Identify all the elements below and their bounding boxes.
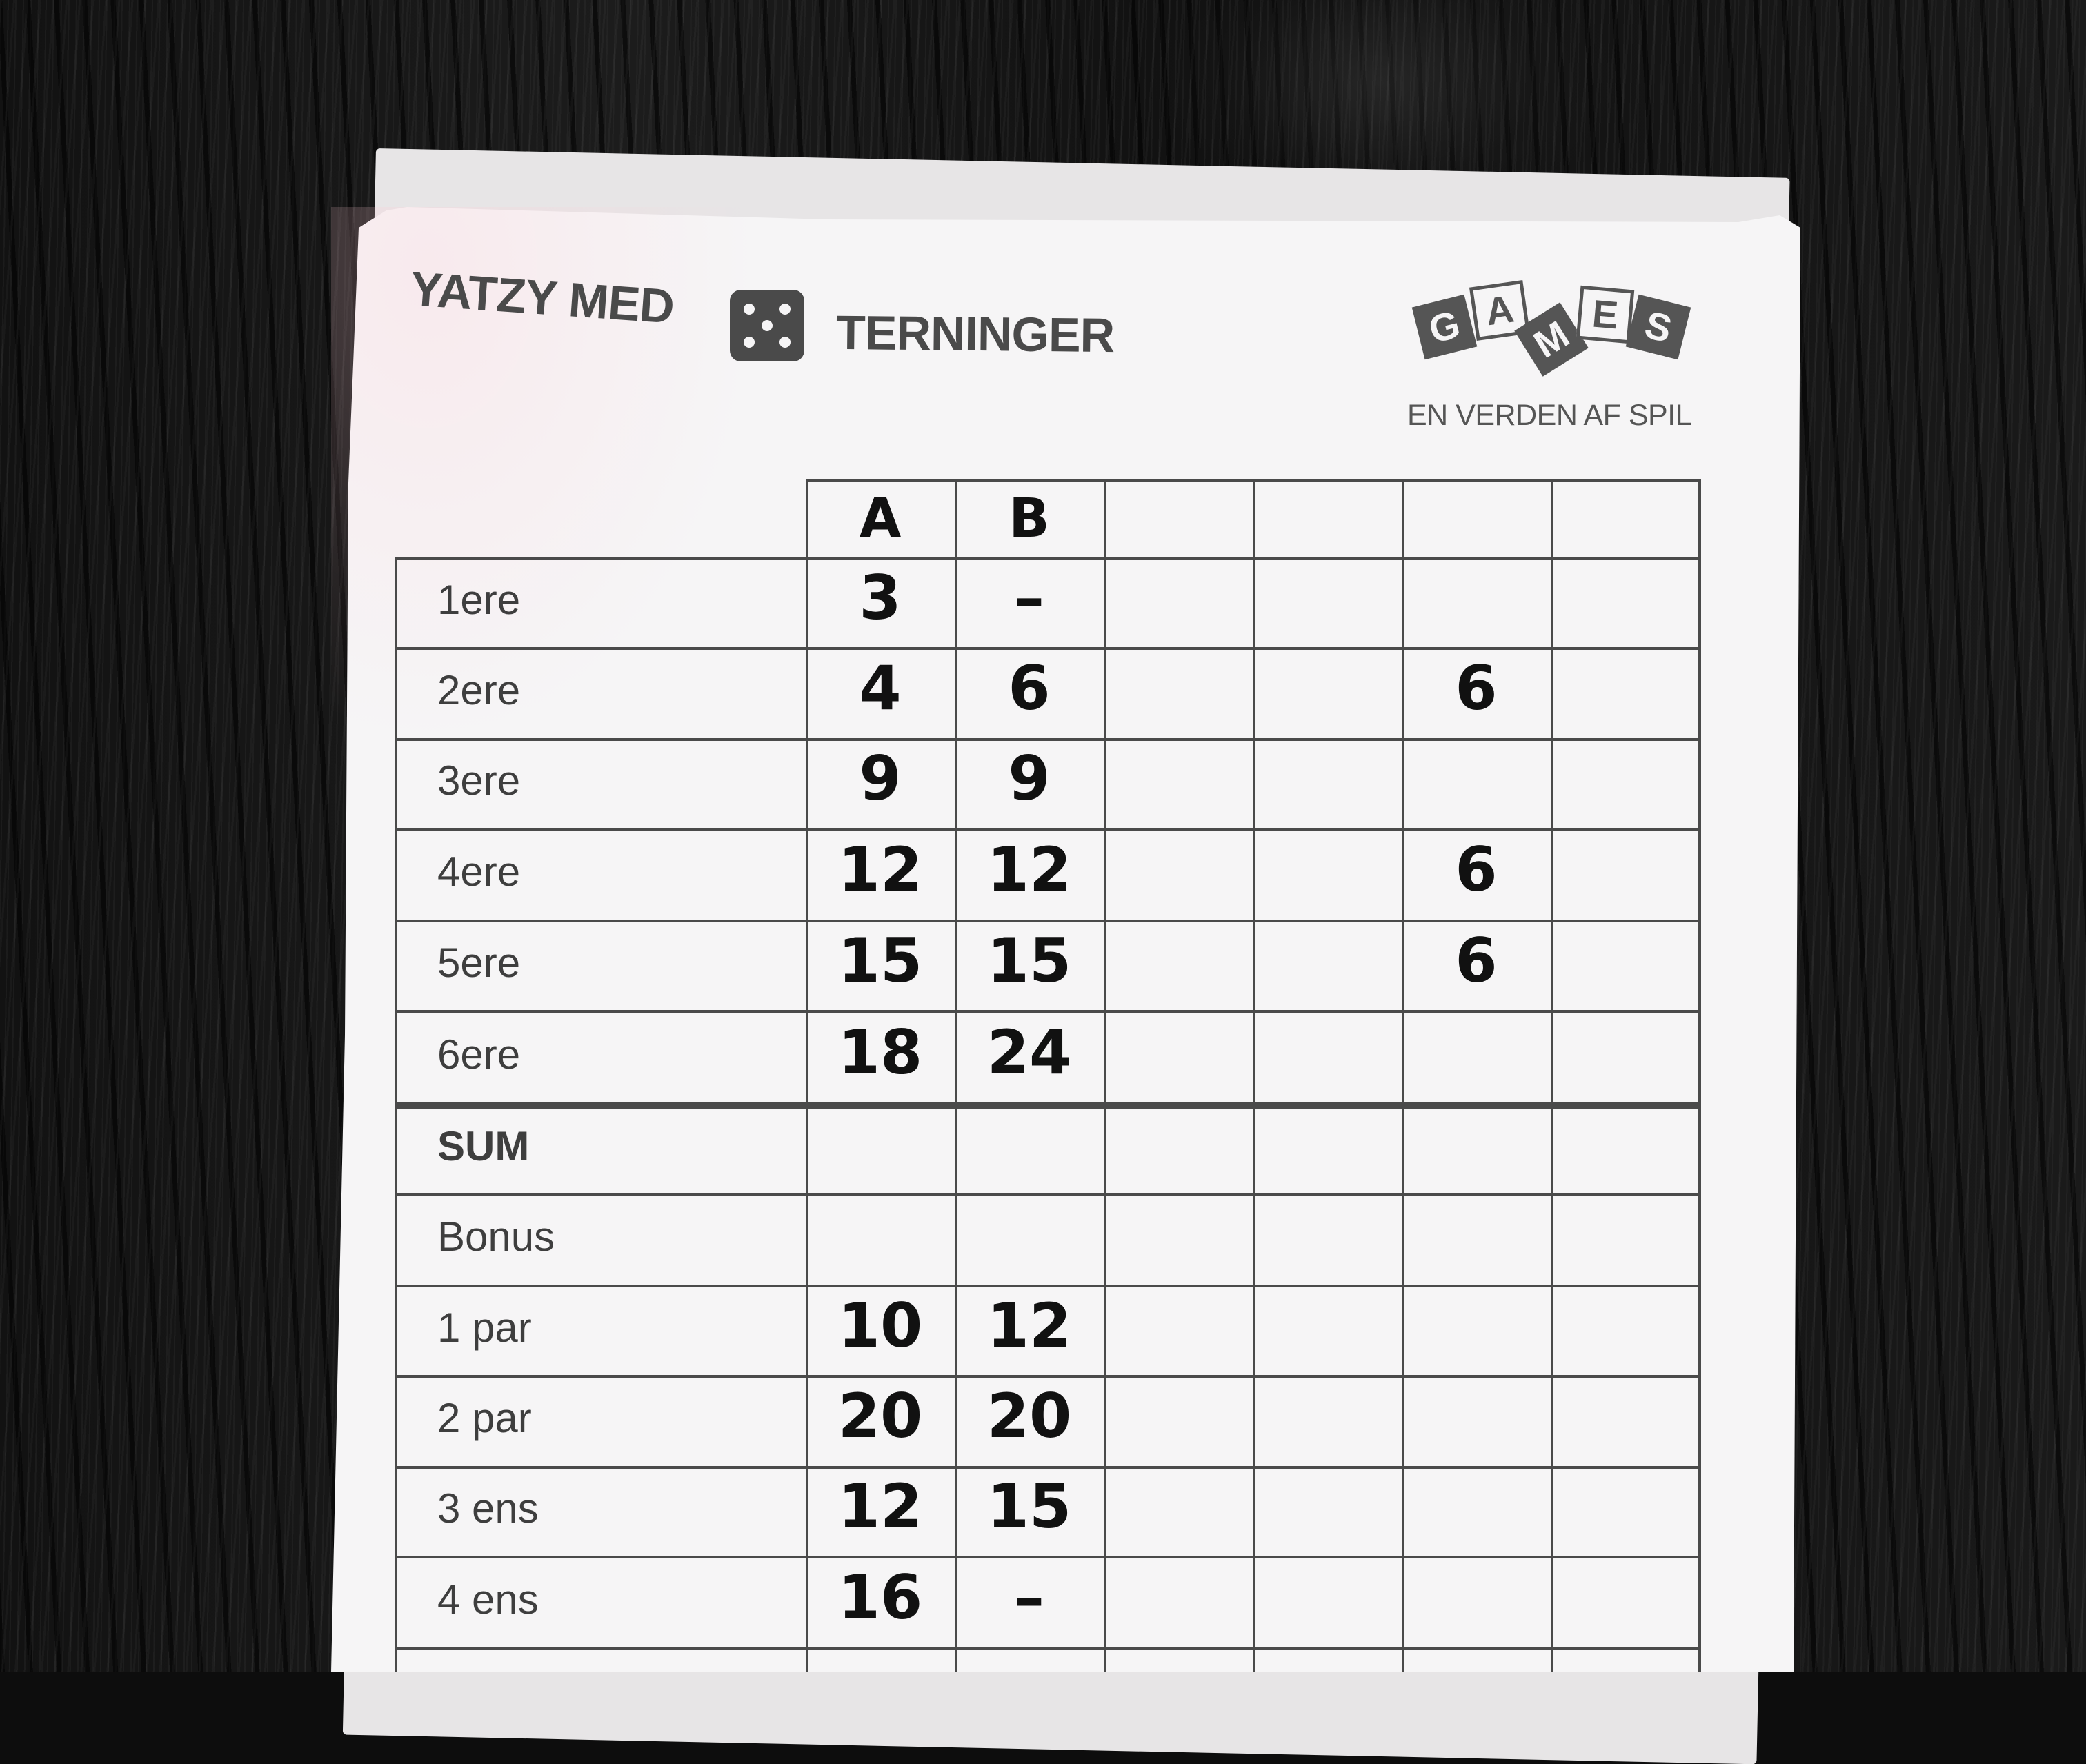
score-cell: – [1014,1561,1044,1633]
row-label-3-ens: 3 ens [437,1485,539,1532]
row-line [395,738,1698,741]
score-cell: 24 [986,1017,1072,1088]
player-b-header: B [1009,488,1050,550]
row-label-6ere: 6ere [437,1031,521,1078]
score-cell: 9 [859,743,902,814]
row-line [395,1193,1698,1196]
column-line [1253,479,1255,1672]
section-divider-line [395,1102,1698,1109]
score-cell: 15 [986,924,1072,996]
column-line [1402,479,1404,1672]
score-cell: 6 [1008,653,1051,724]
score-cell: 20 [837,1380,923,1451]
row-line [395,1285,1698,1287]
column-line [1698,479,1701,1672]
score-cell: 12 [837,1471,923,1542]
score-cell: 6 [1455,924,1498,996]
row-line [395,1375,1698,1378]
row-line [395,1466,1698,1469]
row-line [395,1647,1698,1650]
score-cell: 3 [859,562,902,633]
score-cell: 6 [1455,653,1498,724]
row-label-4ere: 4ere [437,848,521,895]
row-label-2ere: 2ere [437,667,521,713]
score-cell: 20 [986,1380,1072,1451]
score-cell: 15 [986,1471,1072,1542]
row-label-3ere: 3ere [437,757,521,804]
column-line [806,479,808,1672]
score-cell: 18 [837,1017,923,1088]
score-cell: 6 [1455,833,1498,905]
row-line [395,828,1698,831]
score-cell: 9 [1008,743,1051,814]
row-line [395,920,1698,922]
row-label-4-ens: 4 ens [437,1576,539,1623]
score-cell: 4 [859,653,902,724]
score-cell: 15 [837,924,923,996]
row-label-1-par: 1 par [437,1304,532,1351]
row-line [395,557,1698,560]
score-cell: 16 [837,1561,923,1633]
score-cell: – [1014,562,1044,633]
row-line [395,1556,1698,1558]
score-cell: 10 [837,1289,923,1361]
score-cell: 12 [837,833,923,905]
row-label-bonus: Bonus [437,1213,555,1260]
score-cell: 12 [986,833,1072,905]
row-line [395,647,1698,650]
column-line [955,479,957,1672]
player-a-header: A [859,488,902,550]
header-top-line [806,479,1698,482]
row-label-5ere: 5ere [437,939,521,986]
row-label-sum: SUM [437,1123,530,1169]
row-line [395,1010,1698,1013]
row-label-1ere: 1ere [437,577,521,623]
row-label-2-par: 2 par [437,1395,532,1441]
score-cell: 12 [986,1289,1072,1361]
score-table: A B 1ere 3 – 2ere 4 6 6 3ere 9 9 4ere 12 12 6 5ere 15 15 6 6… [0,0,2086,1672]
column-line [1104,479,1106,1672]
label-column-left-line [395,557,397,1672]
column-line [1551,479,1553,1672]
